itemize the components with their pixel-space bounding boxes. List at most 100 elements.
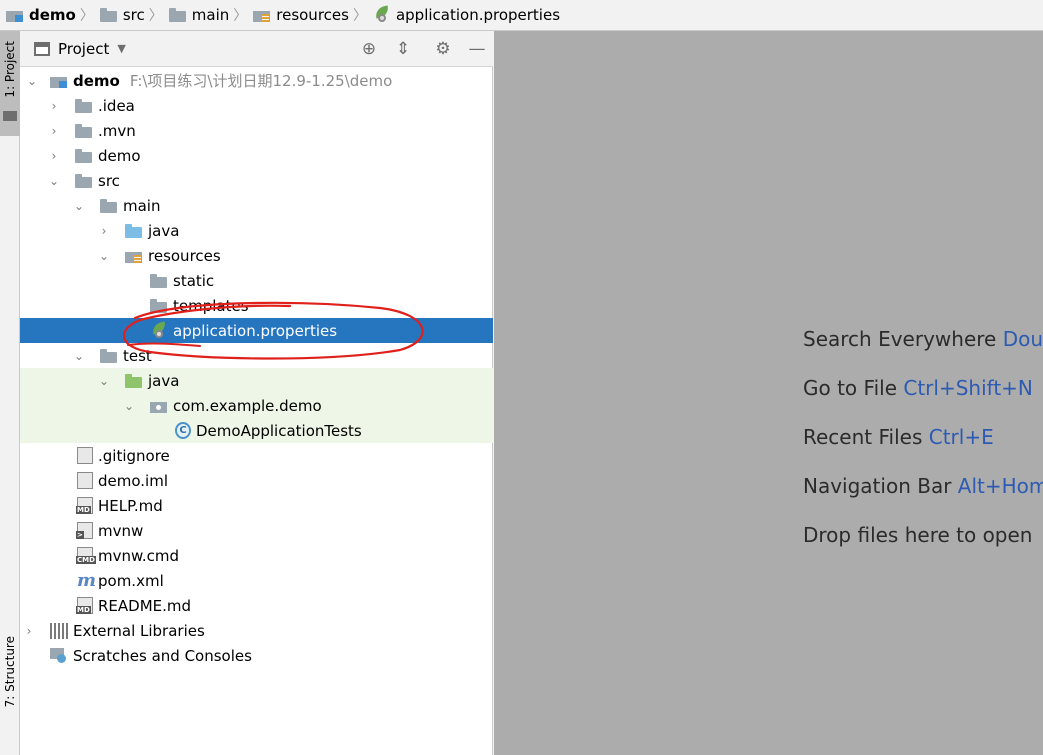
tree-label: application.properties (173, 321, 338, 340)
chevron-down-icon[interactable]: ⌄ (73, 350, 85, 362)
tree-label: mvnw.cmd (98, 546, 180, 565)
chevron-right-icon[interactable]: › (23, 625, 35, 637)
module-file-icon (77, 472, 93, 489)
tree-label: demo (98, 146, 141, 165)
tree-node-test[interactable]: ⌄ test (20, 343, 493, 368)
ignore-file-icon (77, 447, 93, 464)
breadcrumb-demo[interactable]: demo (6, 0, 76, 31)
shell-script-icon: > (76, 522, 93, 539)
tree-node-scratches[interactable]: Scratches and Consoles (20, 643, 493, 668)
scratches-icon (50, 647, 68, 664)
tree-node-test-java[interactable]: ⌄ java (20, 368, 493, 393)
navigation-bar: demo 〉 src 〉 main 〉 resources 〉 applicat… (0, 0, 1043, 31)
folder-icon (75, 98, 93, 113)
chevron-down-icon[interactable]: ⌄ (48, 175, 60, 187)
project-tool-button[interactable]: 1: Project (0, 31, 20, 136)
tree-label: Scratches and Consoles (73, 646, 252, 665)
tree-node-static[interactable]: static (20, 268, 493, 293)
structure-tool-button[interactable]: 7: Structure (0, 631, 20, 741)
libraries-icon (50, 622, 68, 639)
markdown-tag: MD (76, 506, 91, 514)
tree-label: HELP.md (98, 496, 163, 515)
tree-node-package[interactable]: ⌄ com.example.demo (20, 393, 493, 418)
structure-tool-label: 7: Structure (3, 636, 17, 708)
chevron-right-icon[interactable]: › (98, 225, 110, 237)
chevron-down-icon[interactable]: ⌄ (123, 400, 135, 412)
folder-icon (3, 111, 17, 121)
test-class-icon: C (175, 422, 191, 439)
chevron-right-icon: 〉 (352, 8, 367, 24)
tree-node-demo-iml[interactable]: demo.iml (20, 468, 493, 493)
tree-node-idea[interactable]: › .idea (20, 93, 493, 118)
folder-icon (100, 198, 118, 213)
tree-node-root[interactable]: ⌄ demo F:\项目练习\计划日期12.9-1.25\demo (20, 68, 493, 93)
hide-icon[interactable]: — (467, 39, 487, 59)
tree-label: demo (73, 71, 120, 90)
breadcrumb-label: demo (29, 6, 76, 24)
tree-node-help-md[interactable]: MD HELP.md (20, 493, 493, 518)
tree-node-mvnw[interactable]: > mvnw (20, 518, 493, 543)
editor-empty-area: Search Everywhere Double Shift Go to Fil… (494, 31, 1043, 755)
breadcrumb-main[interactable]: main (168, 0, 229, 31)
collapse-all-icon[interactable]: ⇕ (393, 39, 413, 59)
tree-label: src (98, 171, 120, 190)
module-folder-icon (50, 74, 68, 88)
hint-label: Go to File (803, 376, 897, 400)
tree-node-gitignore[interactable]: .gitignore (20, 443, 493, 468)
hint-label: Drop files here to open (803, 523, 1033, 547)
tree-node-readme-md[interactable]: MD README.md (20, 593, 493, 618)
chevron-down-icon[interactable]: ⌄ (98, 250, 110, 262)
breadcrumb-application-properties[interactable]: application.properties (373, 0, 560, 31)
tree-node-test-class[interactable]: C DemoApplicationTests (20, 418, 493, 443)
tree-node-java[interactable]: › java (20, 218, 493, 243)
markdown-file-icon: MD (76, 597, 93, 614)
tree-node-templates[interactable]: templates (20, 293, 493, 318)
tree-node-application-properties[interactable]: application.properties (20, 318, 493, 343)
tree-node-mvn[interactable]: › .mvn (20, 118, 493, 143)
tree-label: test (123, 346, 152, 365)
panel-title[interactable]: Project (58, 40, 109, 58)
hint-label: Search Everywhere (803, 327, 997, 351)
tree-node-pom-xml[interactable]: m pom.xml (20, 568, 493, 593)
tree-node-external-libraries[interactable]: › External Libraries (20, 618, 493, 643)
folder-icon (100, 348, 118, 363)
chevron-right-icon[interactable]: › (48, 125, 60, 137)
folder-icon (168, 8, 187, 22)
package-icon (150, 399, 168, 413)
markdown-tag: MD (76, 606, 91, 614)
folder-icon (75, 123, 93, 138)
gear-icon[interactable]: ⚙ (433, 39, 453, 59)
tree-label: main (123, 196, 161, 215)
locate-file-icon[interactable]: ⊕ (359, 39, 379, 59)
tree-node-main[interactable]: ⌄ main (20, 193, 493, 218)
chevron-right-icon: 〉 (79, 8, 94, 24)
tree-node-mvnw-cmd[interactable]: CMD mvnw.cmd (20, 543, 493, 568)
hint-navigation-bar: Navigation Bar Alt+Home (803, 474, 1043, 498)
cmd-tag: CMD (76, 556, 96, 564)
chevron-right-icon[interactable]: › (48, 100, 60, 112)
tree-node-src[interactable]: ⌄ src (20, 168, 493, 193)
tree-node-demo[interactable]: › demo (20, 143, 493, 168)
chevron-down-icon[interactable]: ⌄ (26, 75, 38, 87)
spring-properties-icon (150, 323, 168, 339)
hint-label: Recent Files (803, 425, 923, 449)
project-panel-header: Project ▼ ⊕ ⇕ ⚙ — (20, 31, 493, 67)
chevron-down-icon[interactable]: ▼ (117, 42, 125, 55)
tree-node-resources[interactable]: ⌄ resources (20, 243, 493, 268)
folder-icon (150, 273, 168, 288)
left-tool-stripe: 1: Project 7: Structure (0, 31, 20, 755)
folder-icon (150, 298, 168, 313)
chevron-down-icon[interactable]: ⌄ (98, 375, 110, 387)
folder-icon (99, 8, 118, 22)
tree-label: .gitignore (98, 446, 170, 465)
breadcrumb-resources[interactable]: resources (253, 0, 349, 31)
cmd-file-icon: CMD (76, 547, 96, 564)
tree-label: templates (173, 296, 249, 315)
tree-label: java (148, 371, 180, 390)
chevron-down-icon[interactable]: ⌄ (73, 200, 85, 212)
breadcrumb-src[interactable]: src (99, 0, 145, 31)
chevron-right-icon[interactable]: › (48, 150, 60, 162)
hint-shortcut: Alt+Home (957, 474, 1043, 498)
tree-label: External Libraries (73, 621, 205, 640)
tree-label: static (173, 271, 215, 290)
